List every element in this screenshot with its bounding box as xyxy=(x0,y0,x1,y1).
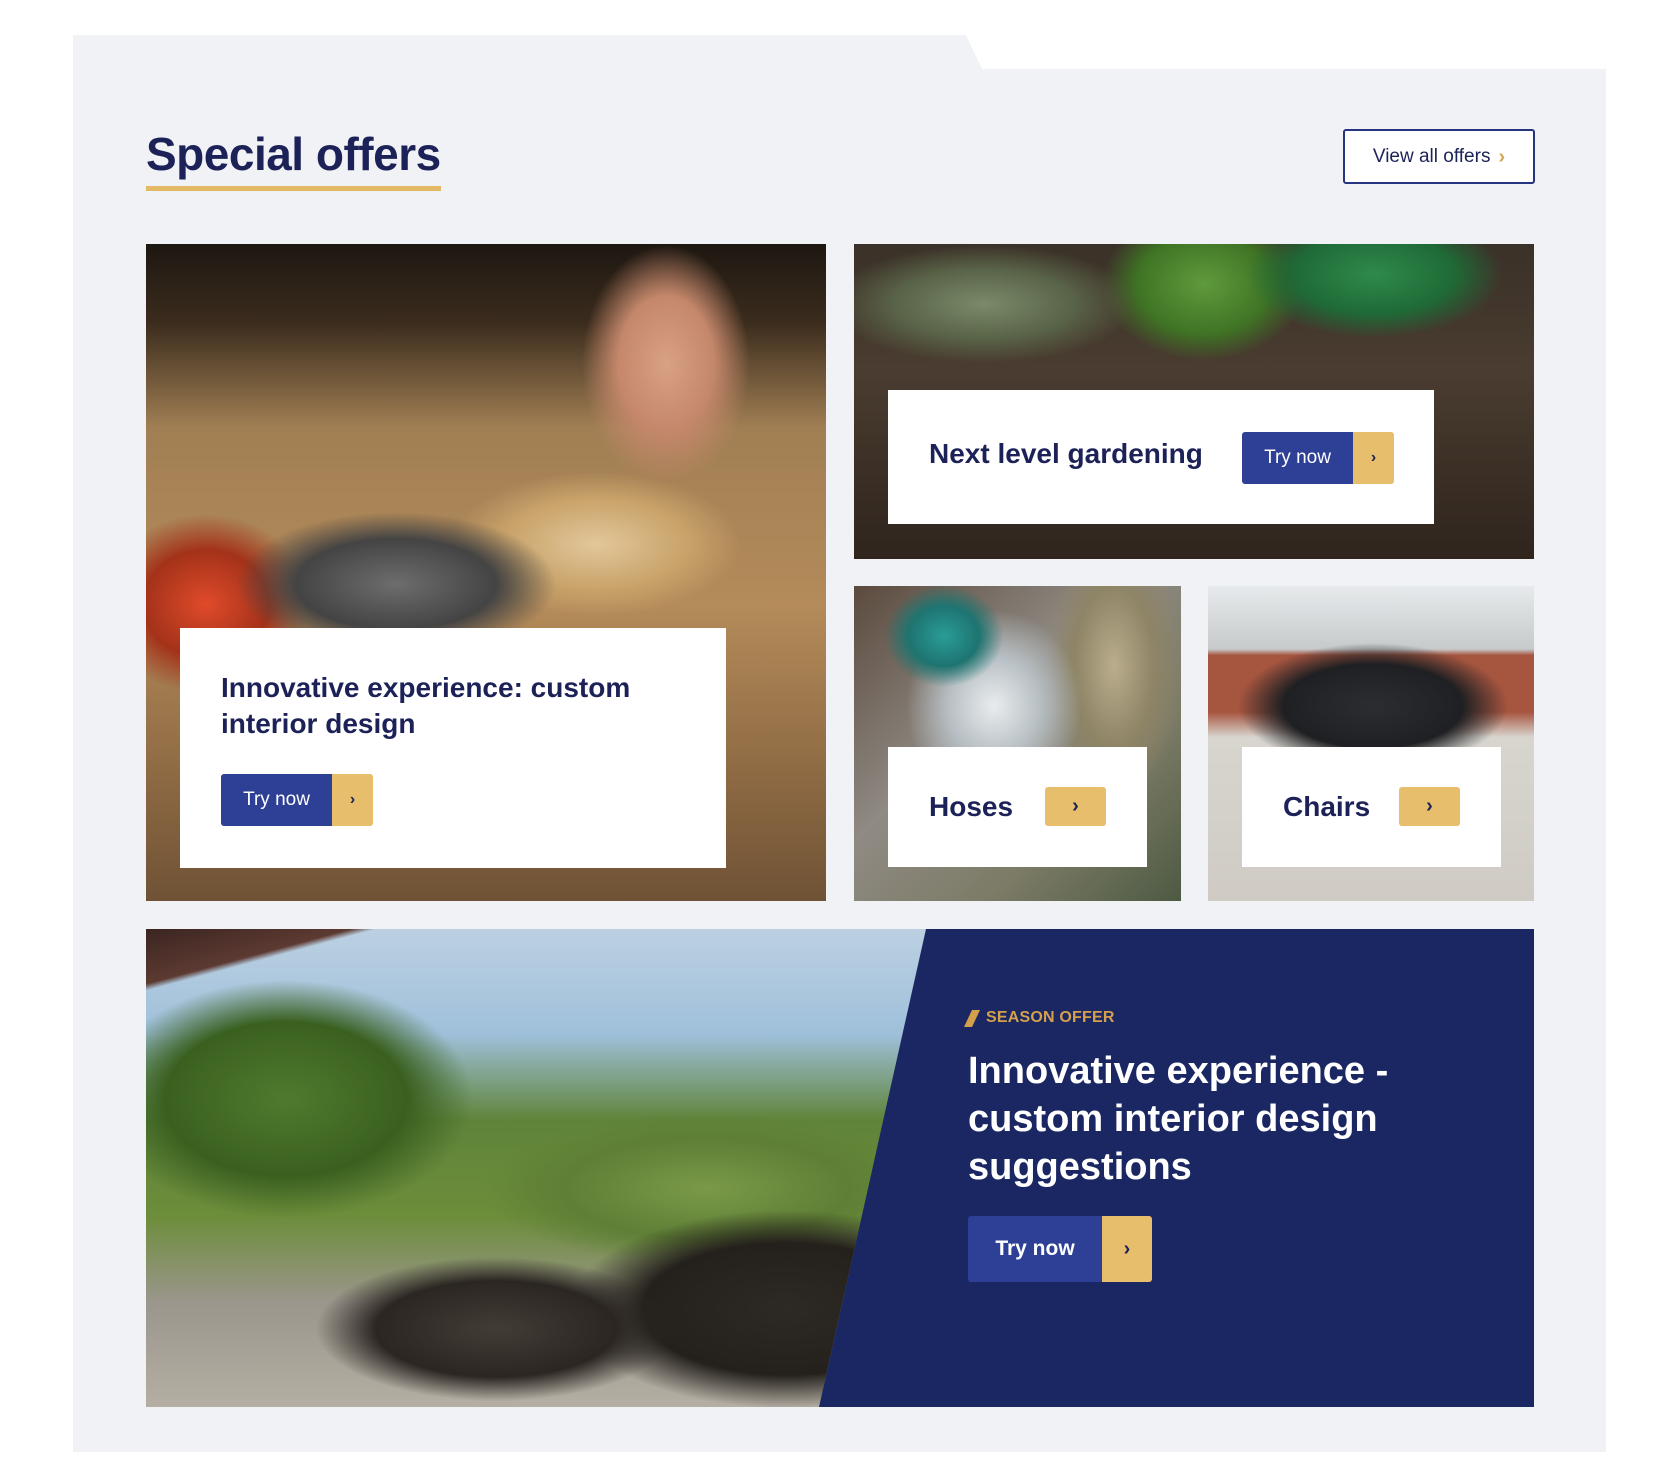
terrace-lounge-image xyxy=(146,929,926,1407)
chevron-right-icon: › xyxy=(332,774,373,826)
offer-card-title: Chairs xyxy=(1283,791,1371,822)
try-now-button[interactable]: Try now › xyxy=(221,774,373,826)
offer-card-hoses[interactable]: Hoses › xyxy=(854,586,1181,901)
view-all-offers-label: View all offers xyxy=(1372,145,1491,167)
chevron-right-icon: › xyxy=(1498,145,1506,168)
try-now-label: Try now xyxy=(968,1216,1102,1282)
chevron-right-icon: › xyxy=(1353,432,1394,484)
chevron-right-icon: › xyxy=(1072,795,1079,817)
hoses-arrow-button[interactable]: › xyxy=(1045,787,1106,826)
offer-card-title: Next level gardening xyxy=(929,438,1203,469)
slash-accent-icon xyxy=(964,1009,980,1027)
season-offer-banner: SEASON OFFER Innovative experience - cus… xyxy=(146,929,1534,1407)
eyebrow-label: SEASON OFFER xyxy=(986,1009,1115,1026)
chevron-right-icon: › xyxy=(1102,1216,1152,1282)
offer-card-content: Innovative experience: custom interior d… xyxy=(180,628,726,868)
offer-card-title: Innovative experience: custom interior d… xyxy=(221,672,631,739)
offer-card-interior[interactable]: Innovative experience: custom interior d… xyxy=(146,244,826,901)
chevron-right-icon: › xyxy=(1426,795,1433,817)
offer-card-content: Hoses › xyxy=(888,747,1147,867)
try-now-button[interactable]: Try now › xyxy=(968,1216,1152,1282)
try-now-label: Try now xyxy=(221,774,332,826)
season-offer-eyebrow: SEASON OFFER xyxy=(964,1009,1115,1027)
view-all-offers-button[interactable]: View all offers › xyxy=(1343,129,1535,184)
offer-card-gardening[interactable]: Next level gardening Try now › xyxy=(854,244,1534,559)
try-now-button[interactable]: Try now › xyxy=(1242,432,1394,484)
chairs-arrow-button[interactable]: › xyxy=(1399,787,1460,826)
section-title: Special offers xyxy=(146,126,441,191)
offer-card-content: Chairs › xyxy=(1242,747,1501,867)
banner-title: Innovative experience - custom interior … xyxy=(968,1050,1389,1188)
offer-card-chairs[interactable]: Chairs › xyxy=(1208,586,1534,901)
offer-card-content: Next level gardening Try now › xyxy=(888,390,1434,524)
try-now-label: Try now xyxy=(1242,432,1353,484)
offer-card-title: Hoses xyxy=(929,791,1014,822)
